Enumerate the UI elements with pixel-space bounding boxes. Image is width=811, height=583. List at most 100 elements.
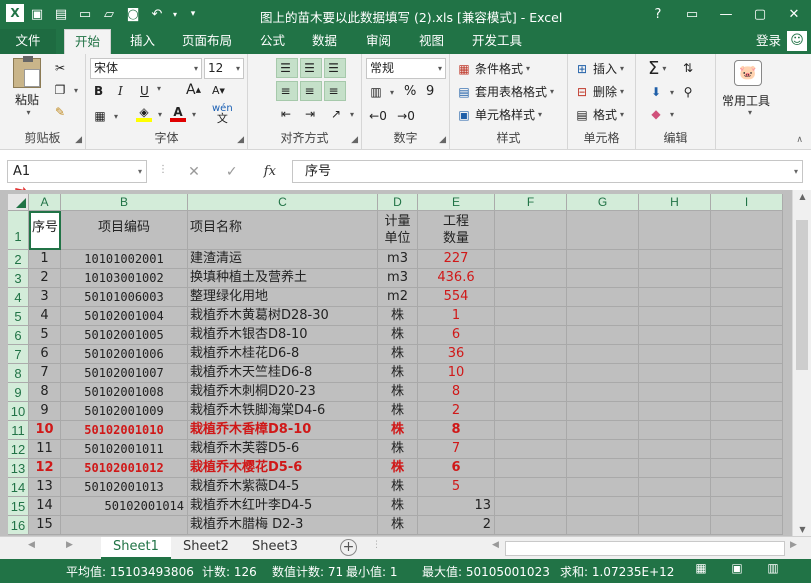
cell-d6[interactable]: 株 — [378, 326, 418, 345]
cell-e6[interactable]: 6 — [418, 326, 495, 345]
page-break-view-button[interactable]: ▥ — [762, 561, 784, 579]
column-header-f[interactable]: F — [495, 194, 567, 211]
row-header-2[interactable]: 2 — [8, 250, 29, 269]
empty-cell[interactable] — [711, 383, 783, 402]
percent-button[interactable]: % — [404, 84, 416, 99]
align-center-button[interactable]: ≡ — [300, 81, 322, 101]
cell-b13[interactable]: 50102001012 — [61, 459, 188, 478]
open-icon[interactable]: ▱ — [98, 4, 120, 24]
cell-b4[interactable]: 50101006003 — [61, 288, 188, 307]
empty-cell[interactable] — [639, 478, 711, 497]
name-box-dropdown-icon[interactable]: ▾ — [138, 161, 142, 182]
underline-dropdown-icon[interactable]: ▾ — [154, 84, 161, 93]
cell-e5[interactable]: 1 — [418, 307, 495, 326]
row-header-13[interactable]: 13 — [8, 459, 29, 478]
add-sheet-button[interactable]: + — [340, 539, 357, 556]
cell-a12[interactable]: 11 — [29, 440, 61, 459]
accounting-format-button[interactable]: ▥ ▾ — [368, 84, 394, 100]
comma-button[interactable]: 9 — [426, 84, 434, 99]
align-top-button[interactable]: ☰ — [276, 58, 298, 78]
cell-d8[interactable]: 株 — [378, 364, 418, 383]
font-size-dropdown-icon[interactable]: ▾ — [236, 59, 240, 78]
worksheet-grid[interactable]: A B C D E F G H I 1 序号 项目编码 项目名称 计量 单位 工程 数量 2 1 1010100200… — [0, 190, 811, 536]
tab-view[interactable]: 视图 — [409, 29, 454, 54]
cell-a15[interactable]: 14 — [29, 497, 61, 516]
empty-cell[interactable] — [495, 478, 567, 497]
empty-cell[interactable] — [711, 345, 783, 364]
cell-c10[interactable]: 栽植乔木铁脚海棠D4-6 — [188, 402, 378, 421]
empty-cell[interactable] — [495, 459, 567, 478]
empty-cell[interactable] — [711, 516, 783, 535]
tab-home[interactable]: 开始 — [64, 29, 112, 54]
form-icon[interactable]: ▤ — [50, 4, 72, 24]
cell-c13[interactable]: 栽植乔木樱花D5-6 — [188, 459, 378, 478]
bold-button[interactable]: B — [94, 84, 103, 98]
number-format-combo[interactable]: 常规 ▾ — [366, 58, 446, 79]
sort-filter-button[interactable]: ⇅ — [680, 60, 699, 76]
empty-cell[interactable] — [639, 345, 711, 364]
empty-cell[interactable] — [639, 402, 711, 421]
tab-file[interactable]: 文件 — [0, 29, 56, 54]
empty-cell[interactable] — [567, 440, 639, 459]
empty-cell[interactable] — [495, 383, 567, 402]
cell-b9[interactable]: 50102001008 — [61, 383, 188, 402]
empty-cell[interactable] — [639, 440, 711, 459]
empty-cell[interactable] — [495, 497, 567, 516]
cell-b5[interactable]: 50102001004 — [61, 307, 188, 326]
cell-e4[interactable]: 554 — [418, 288, 495, 307]
cell-b15[interactable]: 50102001014 — [61, 497, 188, 516]
cell-a8[interactable]: 7 — [29, 364, 61, 383]
formula-bar-handle[interactable]: ⋮ — [158, 164, 168, 175]
empty-cell[interactable] — [711, 307, 783, 326]
empty-cell[interactable] — [495, 440, 567, 459]
cell-b14[interactable]: 50102001013 — [61, 478, 188, 497]
empty-cell[interactable] — [639, 288, 711, 307]
cell-e9[interactable]: 8 — [418, 383, 495, 402]
cell-c8[interactable]: 栽植乔木天竺桂D6-8 — [188, 364, 378, 383]
row-header-8[interactable]: 8 — [8, 364, 29, 383]
cell-d12[interactable]: 株 — [378, 440, 418, 459]
cell-d16[interactable]: 株 — [378, 516, 418, 535]
row-header-12[interactable]: 12 — [8, 440, 29, 459]
empty-cell[interactable] — [711, 364, 783, 383]
group-common-tools[interactable]: 🐷 常用工具 ▾ — [716, 54, 780, 150]
cell-e8[interactable]: 10 — [418, 364, 495, 383]
empty-cell[interactable] — [495, 326, 567, 345]
cell-a13[interactable]: 12 — [29, 459, 61, 478]
empty-cell[interactable] — [567, 250, 639, 269]
column-header-a[interactable]: A — [29, 194, 61, 211]
empty-cell[interactable] — [495, 307, 567, 326]
increase-decimal-button[interactable]: ←0 — [369, 108, 389, 124]
cell-c4[interactable]: 整理绿化用地 — [188, 288, 378, 307]
empty-cell[interactable] — [495, 211, 567, 250]
empty-cell[interactable] — [639, 364, 711, 383]
cell-b10[interactable]: 50102001009 — [61, 402, 188, 421]
cell-a10[interactable]: 9 — [29, 402, 61, 421]
empty-cell[interactable] — [711, 250, 783, 269]
decrease-indent-button[interactable]: ⇤ — [278, 106, 297, 122]
cell-d3[interactable]: m3 — [378, 269, 418, 288]
empty-cell[interactable] — [567, 402, 639, 421]
empty-cell[interactable] — [495, 250, 567, 269]
empty-cell[interactable] — [567, 459, 639, 478]
align-bottom-button[interactable]: ☰ — [324, 58, 346, 78]
autosum-button[interactable]: Σ ▾ — [648, 58, 666, 79]
cell-a5[interactable]: 4 — [29, 307, 61, 326]
empty-cell[interactable] — [711, 326, 783, 345]
tab-review[interactable]: 审阅 — [356, 29, 401, 54]
empty-cell[interactable] — [567, 211, 639, 250]
cell-a1-selected[interactable]: 序号 — [29, 211, 61, 250]
cell-d7[interactable]: 株 — [378, 345, 418, 364]
empty-cell[interactable] — [567, 516, 639, 535]
align-right-button[interactable]: ≡ — [324, 81, 346, 101]
tab-data[interactable]: 数据 — [302, 29, 347, 54]
cell-c9[interactable]: 栽植乔木刺桐D20-23 — [188, 383, 378, 402]
paste-button[interactable]: 粘贴 ▾ — [10, 56, 44, 117]
format-painter-button[interactable]: ✎ — [52, 104, 71, 120]
shrink-font-button[interactable]: A ▼ — [212, 84, 225, 97]
cell-e1[interactable]: 工程 数量 — [418, 211, 495, 250]
page-layout-view-button[interactable]: ▣ — [726, 561, 748, 579]
empty-cell[interactable] — [567, 478, 639, 497]
empty-cell[interactable] — [711, 402, 783, 421]
tab-developer[interactable]: 开发工具 — [462, 29, 532, 54]
